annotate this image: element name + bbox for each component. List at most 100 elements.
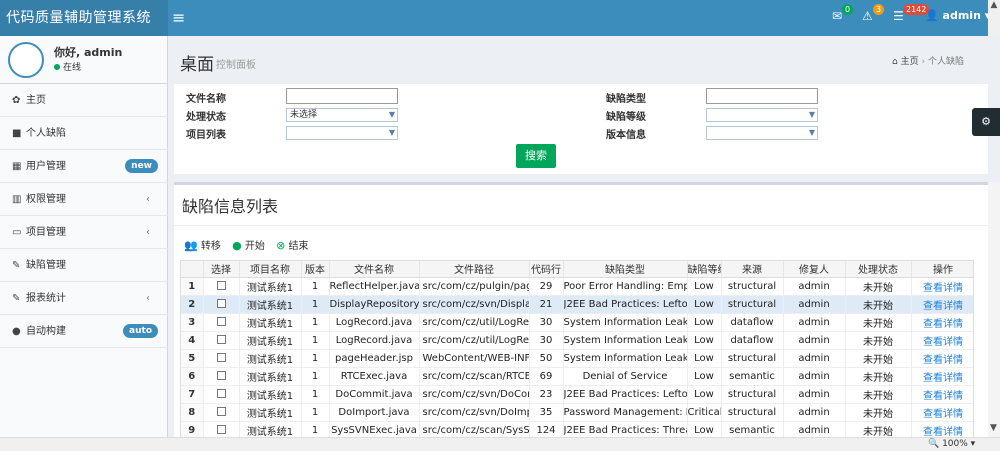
gear-icon[interactable]: ⚙ bbox=[972, 108, 1000, 136]
cell-path: src/com/cz/pulgin/page/ bbox=[419, 277, 530, 296]
cell-op[interactable]: 查看详情 bbox=[911, 313, 973, 332]
scroll-up-icon[interactable]: ▲ bbox=[988, 0, 1000, 36]
defect-table: 选择项目名称版本文件名称文件路径代码行缺陷类型缺陷等级来源修复人处理状态操作 1… bbox=[180, 260, 974, 440]
transfer-icon: 👥 bbox=[184, 239, 198, 252]
sidebar-item-6[interactable]: ✎ 报表统计 ‹ bbox=[0, 282, 168, 315]
row-checkbox[interactable] bbox=[216, 371, 226, 380]
row-checkbox[interactable] bbox=[216, 317, 226, 326]
cell-project: 测试系统1 bbox=[239, 367, 302, 386]
cell-fixer: admin bbox=[783, 403, 846, 422]
cell-file: DoImport.java bbox=[329, 403, 420, 422]
row-checkbox[interactable] bbox=[216, 299, 226, 308]
level-select[interactable]: ▼ bbox=[706, 108, 818, 122]
column-header[interactable]: 修复人 bbox=[783, 261, 846, 278]
column-header[interactable]: 缺陷等级 bbox=[687, 261, 722, 278]
cell-op[interactable]: 查看详情 bbox=[911, 331, 973, 350]
column-header[interactable]: 代码行 bbox=[529, 261, 564, 278]
cell-version: 1 bbox=[301, 349, 330, 368]
row-checkbox[interactable] bbox=[216, 335, 226, 344]
transfer-button[interactable]: 👥 转移 bbox=[184, 239, 221, 252]
cell-op[interactable]: 查看详情 bbox=[911, 403, 973, 422]
cell-status: 未开始 bbox=[845, 277, 912, 296]
column-header[interactable]: 文件路径 bbox=[419, 261, 530, 278]
column-header[interactable]: 文件名称 bbox=[329, 261, 420, 278]
cell-version: 1 bbox=[301, 295, 330, 314]
cell-type: Denial of Service bbox=[563, 367, 688, 386]
table-row[interactable]: 8 测试系统11DoImport.javasrc/com/cz/svn/DoImp… bbox=[181, 403, 973, 422]
cell-op[interactable]: 查看详情 bbox=[911, 277, 973, 296]
column-header[interactable]: 版本 bbox=[301, 261, 330, 278]
sidebar-item-1[interactable]: ■ 个人缺陷 bbox=[0, 117, 168, 150]
status-select[interactable]: 未选择 ▼ bbox=[286, 108, 398, 122]
row-checkbox-cell bbox=[203, 313, 240, 332]
table-row[interactable]: 1 测试系统1 1 ReflectHelper.java src/com/cz/pulg… bbox=[181, 277, 973, 296]
row-checkbox[interactable] bbox=[216, 353, 226, 362]
defect-type-input[interactable] bbox=[706, 88, 818, 104]
app-title[interactable]: 代码质量辅助管理系统 bbox=[0, 0, 168, 36]
sidebar-item-4[interactable]: ▭ 项目管理 ‹ bbox=[0, 216, 168, 249]
sidebar-item-0[interactable]: ✿ 主页 bbox=[0, 84, 168, 117]
cell-file: LogRecord.java bbox=[329, 331, 420, 350]
cell-op[interactable]: 查看详情 bbox=[911, 349, 973, 368]
sidebar-item-2[interactable]: ▦ 用户管理 new bbox=[0, 150, 168, 183]
sidebar-item-3[interactable]: ▥ 权限管理 ‹ bbox=[0, 183, 168, 216]
tasks-icon[interactable]: ☰ bbox=[893, 9, 904, 23]
chevron-left-icon: ‹ bbox=[146, 227, 150, 238]
table-row[interactable]: 3 测试系统1 1 LogRecord.java src/com/cz/util/Log… bbox=[181, 313, 973, 332]
cell-line: 21 bbox=[529, 295, 564, 314]
list-toolbar: 👥 转移 ● 开始 ⊗ 结束 bbox=[184, 237, 316, 252]
cell-status: 未开始 bbox=[845, 403, 912, 422]
table-row[interactable]: 2 测试系统1 1 DisplayRepositoryT src/com/cz/svn/… bbox=[181, 295, 973, 314]
cell-project: 测试系统1 bbox=[239, 277, 302, 296]
cell-op[interactable]: 查看详情 bbox=[911, 385, 973, 404]
column-header[interactable]: 项目名称 bbox=[239, 261, 302, 278]
cell-path: src/com/cz/util/LogRecor bbox=[419, 313, 530, 332]
cell-version: 1 bbox=[301, 313, 330, 332]
sidebar-item-5[interactable]: ✎ 缺陷管理 bbox=[0, 249, 168, 282]
scroll-down-icon: ▼ bbox=[990, 423, 997, 433]
column-header[interactable]: 操作 bbox=[911, 261, 973, 278]
table-row[interactable]: 7 测试系统11DoCommit.javasrc/com/cz/svn/DoCom… bbox=[181, 385, 973, 404]
column-header[interactable]: 来源 bbox=[721, 261, 784, 278]
cell-level: Low bbox=[687, 295, 722, 314]
column-header[interactable] bbox=[181, 261, 204, 278]
cell-op[interactable]: 查看详情 bbox=[911, 295, 973, 314]
sidebar-item-label: 个人缺陷 bbox=[26, 128, 66, 139]
messages-icon[interactable]: ✉ bbox=[832, 9, 842, 23]
sidebar-item-label: 权限管理 bbox=[26, 194, 66, 205]
cell-version: 1 bbox=[301, 331, 330, 350]
status-dot-icon bbox=[54, 64, 60, 70]
sidebar-item-7[interactable]: ● 自动构建 auto bbox=[0, 315, 168, 348]
row-checkbox[interactable] bbox=[216, 425, 226, 434]
row-checkbox[interactable] bbox=[216, 281, 226, 290]
cell-path: src/com/cz/svn/DoImpor bbox=[419, 403, 530, 422]
row-checkbox[interactable] bbox=[216, 407, 226, 416]
cell-fixer: admin bbox=[783, 349, 846, 368]
sidebar: 你好, admin 在线 ✿ 主页 ■ 个人缺陷 ▦ 用户管理 new ▥ 权限管理 ‹ ▭ 项目管理… bbox=[0, 36, 168, 451]
search-button[interactable]: 搜索 bbox=[516, 144, 556, 168]
column-header[interactable]: 缺陷类型 bbox=[563, 261, 688, 278]
file-name-input[interactable] bbox=[286, 88, 398, 104]
sidebar-toggle-icon[interactable]: ≡ bbox=[172, 8, 190, 28]
table-row[interactable]: 4 测试系统1 1 LogRecord.java src/com/cz/util/Log… bbox=[181, 331, 973, 350]
breadcrumb-home[interactable]: 主页 bbox=[901, 57, 919, 67]
zoom-level[interactable]: 🔍 100% ▾ bbox=[928, 439, 975, 449]
version-select[interactable]: ▼ bbox=[706, 126, 818, 140]
cell-line: 30 bbox=[529, 313, 564, 332]
cell-op[interactable]: 查看详情 bbox=[911, 367, 973, 386]
table-row[interactable]: 6 测试系统11RTCExec.javasrc/com/cz/scan/RTCEx… bbox=[181, 367, 973, 386]
column-header[interactable]: 处理状态 bbox=[845, 261, 912, 278]
project-select[interactable]: ▼ bbox=[286, 126, 398, 140]
warning-icon[interactable]: ⚠ bbox=[862, 9, 873, 23]
user-menu[interactable]: 👤 admin ▾ bbox=[925, 9, 990, 22]
warnings-badge: 3 bbox=[873, 4, 885, 15]
breadcrumb: ⌂ 主页 › 个人缺陷 bbox=[892, 57, 964, 67]
cell-file: pageHeader.jsp bbox=[329, 349, 420, 368]
table-row[interactable]: 5 测试系统11pageHeader.jspWebContent/WEB-INF/… bbox=[181, 349, 973, 368]
column-header[interactable]: 选择 bbox=[203, 261, 240, 278]
vertical-scrollbar[interactable]: ▼ bbox=[988, 182, 1000, 437]
cell-file: DoCommit.java bbox=[329, 385, 420, 404]
end-button[interactable]: ⊗ 结束 bbox=[276, 239, 308, 252]
start-button[interactable]: ● 开始 bbox=[232, 239, 265, 252]
row-checkbox[interactable] bbox=[216, 389, 226, 398]
